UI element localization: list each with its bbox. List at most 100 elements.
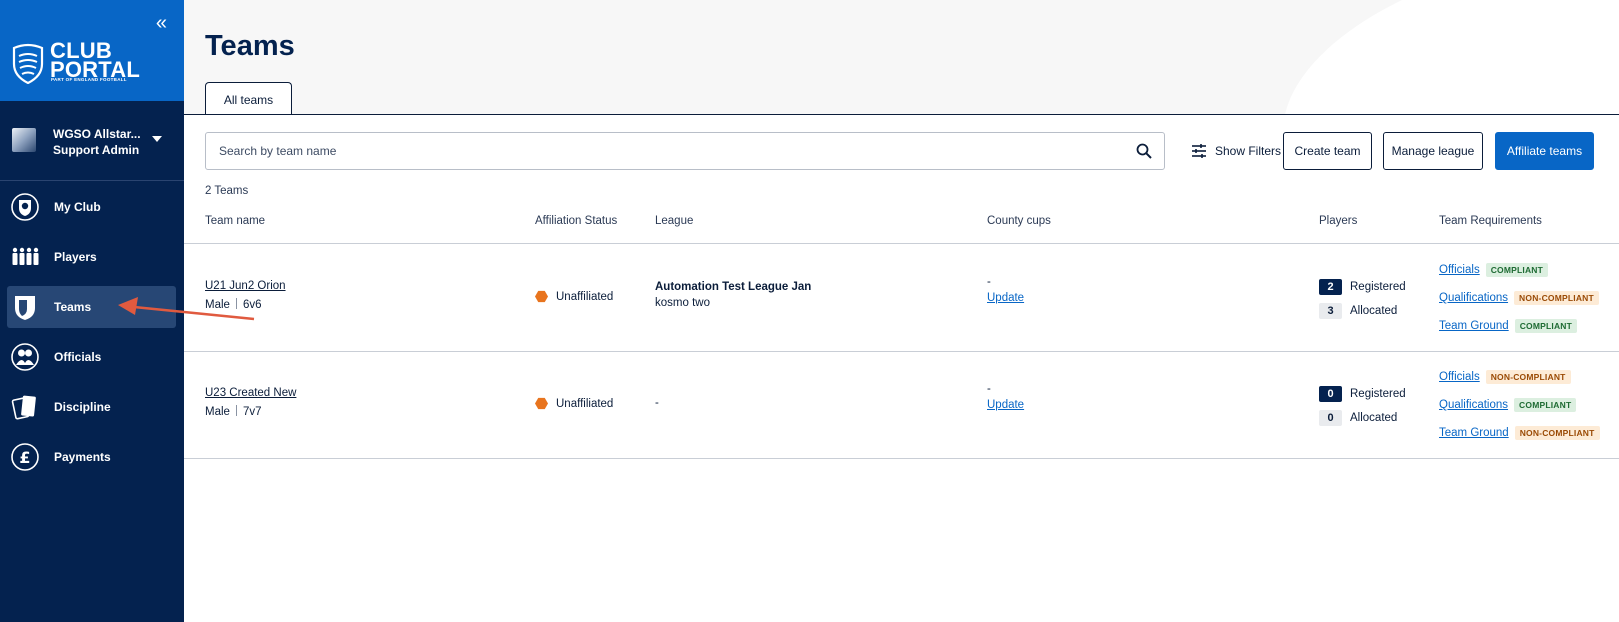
table-row: U23 Created New Male 7v7 Unaffiliated - -… [184, 352, 1619, 459]
logo-subtitle: PART OF ENGLAND FOOTBALL [51, 77, 127, 82]
requirement-qualifications: Qualifications COMPLIANT [1439, 396, 1600, 414]
county-cups-value: - [987, 276, 991, 288]
officials-requirement-link[interactable]: Officials [1439, 371, 1480, 383]
team-count: 2 Teams [205, 185, 249, 197]
compliance-badge: NON-COMPLIANT [1514, 291, 1599, 305]
qualifications-requirement-link[interactable]: Qualifications [1439, 399, 1508, 411]
sidebar-item-my-club[interactable]: My Club [7, 186, 176, 228]
user-name: WGSO Allstar... [53, 127, 141, 141]
sidebar-item-label: Players [54, 250, 97, 264]
requirement-qualifications: Qualifications NON-COMPLIANT [1439, 289, 1599, 307]
registered-row: 0 Registered [1319, 385, 1406, 403]
column-header-county-cups: County cups [987, 215, 1051, 227]
league-cell: Automation Test League Jan kosmo two [655, 281, 811, 309]
sidebar-item-label: Officials [54, 350, 102, 364]
team-shield-icon [15, 296, 35, 320]
search-box [205, 132, 1165, 170]
team-meta: Male 7v7 [205, 405, 296, 418]
collapse-sidebar-icon[interactable]: « [156, 12, 167, 35]
players-cell: 2 Registered 3 Allocated [1319, 278, 1406, 326]
compliance-badge: NON-COMPLIANT [1485, 370, 1571, 384]
county-cups-cell: - Update [987, 276, 1024, 304]
league-cell: - [655, 397, 659, 409]
sidebar-item-discipline[interactable]: Discipline [7, 386, 176, 428]
team-name-link[interactable]: U21 Jun2 Orion [205, 280, 286, 292]
affiliation-status: Unaffiliated [535, 290, 613, 303]
players-cell: 0 Registered 0 Allocated [1319, 385, 1406, 433]
user-role: Support Admin [53, 143, 140, 157]
league-name: Automation Test League Jan [655, 281, 812, 293]
table-header: Team name Affiliation Status League Coun… [184, 215, 1619, 244]
tab-all-teams[interactable]: All teams [205, 82, 292, 114]
page-title: Teams [205, 30, 295, 62]
column-header-affiliation: Affiliation Status [535, 215, 618, 227]
column-header-league: League [655, 215, 694, 227]
sidebar-item-officials[interactable]: Officials [7, 336, 176, 378]
county-cups-cell: - Update [987, 383, 1024, 411]
show-filters-button[interactable]: Show Filters [1191, 140, 1281, 162]
update-cups-link[interactable]: Update [987, 292, 1024, 304]
registered-label: Registered [1350, 388, 1406, 400]
sidebar-item-label: Payments [54, 450, 111, 464]
team-ground-requirement-link[interactable]: Team Ground [1439, 427, 1509, 439]
sidebar-item-label: My Club [54, 200, 101, 214]
officials-requirement-link[interactable]: Officials [1439, 264, 1480, 276]
requirements-cell: Officials NON-COMPLIANT Qualifications COM… [1439, 368, 1600, 452]
allocated-count: 3 [1319, 303, 1342, 319]
club-shield-icon [11, 193, 39, 221]
sidebar-item-label: Discipline [54, 400, 111, 414]
filter-sliders-icon [1192, 144, 1206, 158]
officials-icon [11, 343, 39, 371]
search-icon[interactable] [1136, 143, 1152, 159]
england-football-crest-icon [12, 43, 44, 84]
column-header-team-requirements: Team Requirements [1439, 215, 1542, 227]
update-cups-link[interactable]: Update [987, 399, 1024, 411]
sidebar-item-payments[interactable]: £ Payments [7, 436, 176, 478]
cards-icon [11, 395, 36, 420]
compliance-badge: COMPLIANT [1485, 263, 1549, 277]
sidebar-item-players[interactable]: Players [7, 236, 176, 278]
table-row: U21 Jun2 Orion Male 6v6 Unaffiliated Auto… [184, 245, 1619, 352]
compliance-badge: COMPLIANT [1514, 319, 1578, 333]
main-content: Teams All teams Show Filters Create team… [184, 0, 1619, 622]
column-header-team-name: Team name [205, 215, 266, 227]
registered-count: 0 [1319, 386, 1342, 402]
registered-count: 2 [1319, 279, 1342, 295]
page-header: Teams All teams [184, 0, 1619, 115]
manage-league-button[interactable]: Manage league [1383, 132, 1483, 170]
annotation-arrow-icon [118, 297, 255, 321]
compliance-badge: NON-COMPLIANT [1514, 426, 1600, 440]
registered-label: Registered [1350, 281, 1406, 293]
requirements-cell: Officials COMPLIANT Qualifications NON-COM… [1439, 261, 1599, 345]
team-name-link[interactable]: U23 Created New [205, 387, 296, 399]
team-ground-requirement-link[interactable]: Team Ground [1439, 320, 1509, 332]
requirement-officials: Officials COMPLIANT [1439, 261, 1599, 279]
club-avatar [12, 128, 36, 152]
requirement-officials: Officials NON-COMPLIANT [1439, 368, 1600, 386]
column-header-players: Players [1319, 215, 1358, 227]
allocated-label: Allocated [1350, 305, 1398, 317]
affiliation-status-text: Unaffiliated [556, 397, 614, 410]
team-format: 7v7 [242, 406, 262, 418]
affiliate-teams-button[interactable]: Affiliate teams [1495, 132, 1594, 170]
search-input[interactable] [206, 133, 1106, 169]
qualifications-requirement-link[interactable]: Qualifications [1439, 292, 1508, 304]
league-name: - [655, 397, 659, 409]
team-gender: Male [205, 406, 230, 418]
create-team-button[interactable]: Create team [1283, 132, 1372, 170]
county-cups-value: - [987, 383, 991, 395]
team-name-cell: U23 Created New Male 7v7 [205, 387, 296, 418]
meta-divider [235, 405, 237, 416]
allocated-count: 0 [1319, 410, 1342, 426]
user-switcher[interactable]: WGSO Allstar... Support Admin [0, 101, 184, 181]
show-filters-label: Show Filters [1215, 144, 1282, 158]
brand-header: « CLUB PORTAL PART OF ENGLAND FOOTBALL [0, 0, 184, 101]
unaffiliated-hexagon-icon [535, 290, 548, 303]
affiliation-status-text: Unaffiliated [556, 290, 614, 303]
caret-down-icon[interactable] [152, 136, 162, 142]
league-division: kosmo two [655, 297, 710, 309]
sidebar-nav: My Club Players Teams Officials Discipli… [0, 186, 184, 486]
header-decoration [1257, 0, 1619, 114]
toolbar: Show Filters Create team Manage league A… [205, 132, 1605, 170]
requirement-team-ground: Team Ground NON-COMPLIANT [1439, 424, 1600, 442]
